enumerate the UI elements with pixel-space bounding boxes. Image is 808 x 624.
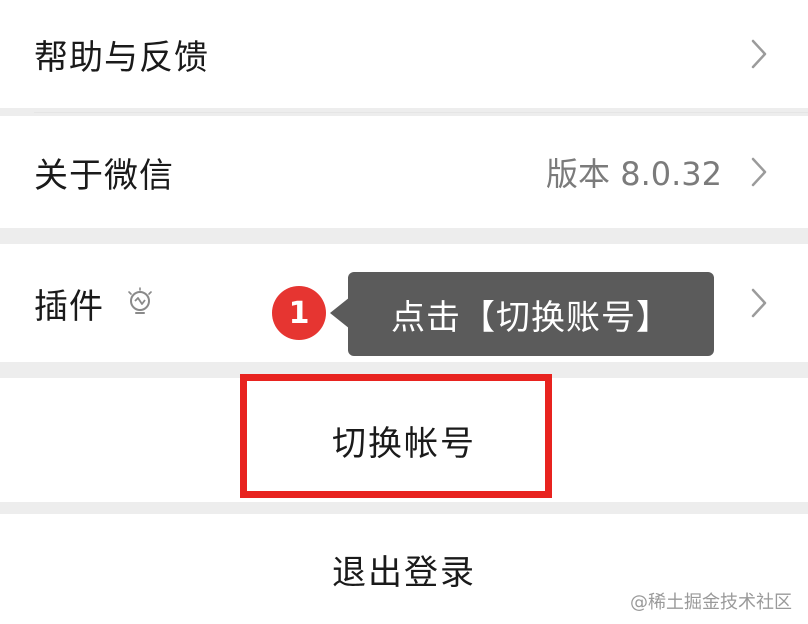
chevron-right-icon bbox=[751, 157, 767, 187]
tooltip-arrow bbox=[330, 297, 350, 329]
chevron-right-icon bbox=[751, 39, 767, 69]
about-wechat-right: 版本 8.0.32 bbox=[546, 149, 774, 195]
instruction-tooltip: 点击【切换账号】 bbox=[348, 272, 714, 356]
plugins-label: 插件 bbox=[34, 286, 104, 327]
plugins-right bbox=[744, 286, 774, 320]
logout-label: 退出登录 bbox=[332, 552, 476, 593]
about-wechat-row[interactable]: 关于微信 版本 8.0.32 bbox=[0, 116, 808, 228]
chevron-right-icon bbox=[751, 288, 767, 318]
switch-account-highlight bbox=[240, 374, 552, 498]
settings-page: 帮助与反馈 关于微信 版本 8.0.32 插件 切换帐号 退出登录 1 点击【切… bbox=[0, 0, 808, 624]
help-feedback-row[interactable]: 帮助与反馈 bbox=[0, 0, 808, 113]
version-text: 版本 8.0.32 bbox=[546, 155, 722, 193]
watermark-text: @稀土掘金技术社区 bbox=[630, 592, 792, 613]
about-wechat-label: 关于微信 bbox=[34, 155, 174, 196]
row-divider bbox=[34, 112, 808, 113]
lightbulb-icon bbox=[128, 287, 152, 314]
help-feedback-label: 帮助与反馈 bbox=[34, 37, 209, 78]
help-feedback-right bbox=[744, 37, 774, 71]
step-number-badge: 1 bbox=[272, 286, 326, 340]
